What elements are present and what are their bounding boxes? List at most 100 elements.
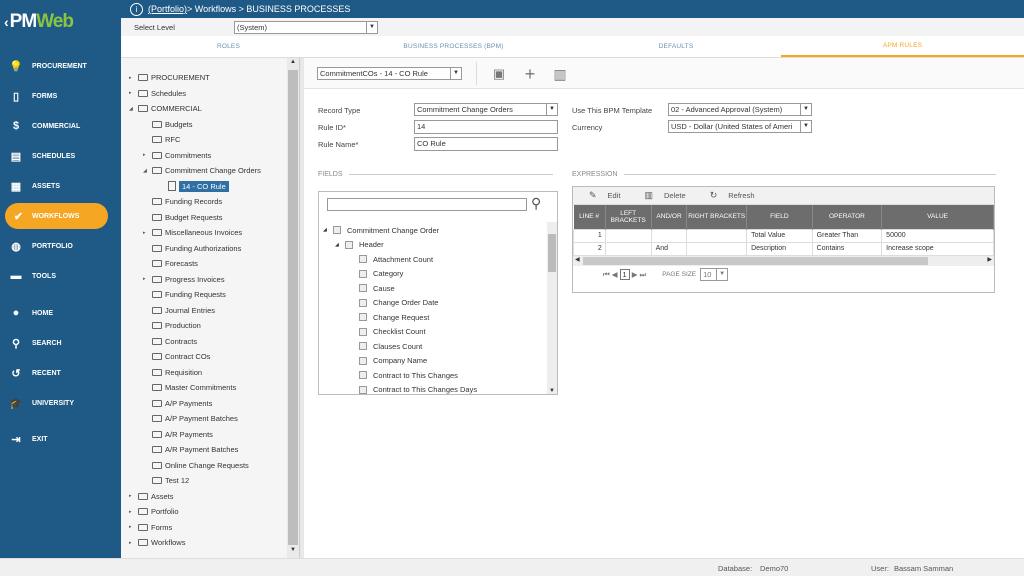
prev-page-icon[interactable]: ◀ [612,270,618,279]
nav-item-recent[interactable]: ↺ RECENT [0,360,121,386]
page-size-select[interactable]: 10 ▼ [700,268,729,281]
pmweb-logo[interactable]: ‹ PM Web [0,0,121,44]
field-checkbox[interactable] [359,313,367,321]
field-checkbox[interactable] [345,240,353,249]
field-checkbox[interactable] [359,255,367,263]
tree-node[interactable]: ▸ Forms [129,521,172,534]
field-item[interactable]: Category [359,268,403,280]
tab-business-processes[interactable]: BUSINESS PROCESSES (BPM) [336,36,571,57]
tree-node[interactable]: ▸ Progress Invoices [143,273,225,286]
nav-item-forms[interactable]: ▯ FORMS [0,83,121,109]
rule-id-field[interactable]: 14 [414,120,558,134]
field-checkbox[interactable] [359,284,367,292]
chevron-down-icon[interactable]: ▼ [546,104,557,115]
nav-item-schedules[interactable]: ▤ SCHEDULES [0,143,121,169]
field-checkbox[interactable] [359,327,367,336]
scroll-left-icon[interactable]: ◀ [575,256,580,263]
field-checkbox[interactable] [333,226,341,234]
tree-node[interactable]: Contract COs [143,350,210,363]
scroll-up-icon[interactable]: ▲ [287,59,299,69]
tree-node[interactable]: 14 - CO Rule [157,180,229,193]
nav-item-portfolio[interactable]: ◍ PORTFOLIO [0,233,121,259]
fields-search-input[interactable] [327,198,527,211]
nav-item-assets[interactable]: ▦ ASSETS [0,173,121,199]
tree-node[interactable]: A/R Payment Batches [143,443,238,456]
expand-toggle-icon[interactable]: ▸ [129,540,138,546]
select-level-dropdown[interactable]: (System) ▼ [234,20,378,34]
tree-node[interactable]: ◢ COMMERCIAL [129,102,202,115]
tree-node[interactable]: ◢ Commitment Change Orders [143,164,261,177]
tree-node[interactable]: Funding Requests [143,288,226,301]
bpm-template-select[interactable]: 02 - Advanced Approval (System) ▼ [668,103,812,116]
tree-node[interactable]: ▸ Schedules [129,87,186,100]
field-checkbox[interactable] [359,298,367,307]
last-page-icon[interactable]: ⏭ [639,270,646,280]
nav-item-search[interactable]: ⚲ SEARCH [0,330,121,356]
first-page-icon[interactable]: ⏮ [603,270,610,280]
expand-toggle-icon[interactable]: ▸ [129,524,138,530]
tree-node[interactable]: ▸ Commitments [143,149,211,162]
rule-name-field[interactable]: CO Rule [414,137,558,151]
tree-node[interactable]: ▸ Workflows [129,536,185,549]
fields-scrollbar[interactable]: ▼ [547,222,557,394]
nav-item-workflows[interactable]: ✔ WORKFLOWS [5,203,108,229]
field-item[interactable]: Contract to This Changes [359,369,458,381]
field-item[interactable]: Cause [359,282,395,294]
field-item[interactable]: Change Request [359,311,429,323]
column-header[interactable]: AND/OR [651,205,688,229]
chevron-down-icon[interactable]: ▼ [450,68,461,79]
edit-button[interactable]: ✎ Edit [581,190,620,201]
expand-toggle-icon[interactable]: ◢ [143,168,152,174]
tree-node[interactable]: Forecasts [143,257,198,270]
currency-select[interactable]: USD - Dollar (United States of Ameri ▼ [668,120,812,133]
nav-item-home[interactable]: ● HOME [0,300,121,326]
field-item[interactable]: ◢ Header [335,239,384,251]
field-checkbox[interactable] [359,342,367,350]
table-row[interactable]: 1 Total Value Greater Than 50000 [573,228,994,243]
tree-node[interactable]: Production [143,319,201,332]
field-item[interactable]: Contract to This Changes Days [359,384,477,396]
tree-node[interactable]: ▸ PROCUREMENT [129,71,210,84]
tree-node[interactable]: Budgets [143,118,193,131]
tree-node[interactable]: Budget Requests [143,211,223,224]
next-page-icon[interactable]: ▶ [632,270,638,279]
tree-node[interactable]: A/P Payment Batches [143,412,238,425]
scroll-thumb[interactable] [288,70,298,545]
column-header[interactable]: LINE # [573,205,606,229]
back-chevron-icon[interactable]: ‹ [4,14,9,30]
expand-toggle-icon[interactable]: ▸ [143,152,152,158]
field-checkbox[interactable] [359,356,367,365]
page-number[interactable]: 1 [619,269,630,280]
expand-toggle-icon[interactable]: ▸ [129,90,138,96]
nav-item-university[interactable]: 🎓 UNIVERSITY [0,390,121,416]
hscroll-thumb[interactable] [583,256,928,265]
tab-defaults[interactable]: DEFAULTS [571,36,781,57]
tree-node[interactable]: ▸ Miscellaneous Invoices [143,226,242,239]
expand-toggle-icon[interactable]: ▸ [129,493,138,499]
tree-node[interactable]: Journal Entries [143,304,215,317]
expand-toggle-icon[interactable]: ▸ [143,230,152,236]
tree-node[interactable]: Contracts [143,335,197,348]
record-type-select[interactable]: Commitment Change Orders ▼ [414,103,558,116]
scroll-right-icon[interactable]: ▶ [987,256,992,263]
field-checkbox[interactable] [359,371,367,379]
nav-item-tools[interactable]: ▬ TOOLS [0,263,121,289]
tab-apm-rules[interactable]: APM RULES [781,36,1024,57]
column-header[interactable]: FIELD [746,205,813,229]
tree-node[interactable]: Master Commitments [143,381,236,394]
refresh-button[interactable]: ↻ Refresh [702,190,755,201]
nav-item-exit[interactable]: ⇥ EXIT [0,426,121,452]
expand-toggle-icon[interactable]: ◢ [335,242,345,248]
field-item[interactable]: Clauses Count [359,340,422,352]
save-icon[interactable]: ▣ [491,66,507,82]
tree-node[interactable]: Requisition [143,366,202,379]
scroll-down-icon[interactable]: ▼ [287,547,299,557]
field-item[interactable]: Change Order Date [359,297,438,309]
expand-toggle-icon[interactable]: ◢ [323,227,333,233]
chevron-down-icon[interactable]: ▼ [800,121,811,132]
field-checkbox[interactable] [359,269,367,278]
delete-button[interactable]: ▥ Delete [636,190,685,201]
expand-toggle-icon[interactable]: ▸ [129,509,138,515]
tree-node[interactable]: ▸ Assets [129,490,174,503]
tab-roles[interactable]: ROLES [121,36,336,57]
